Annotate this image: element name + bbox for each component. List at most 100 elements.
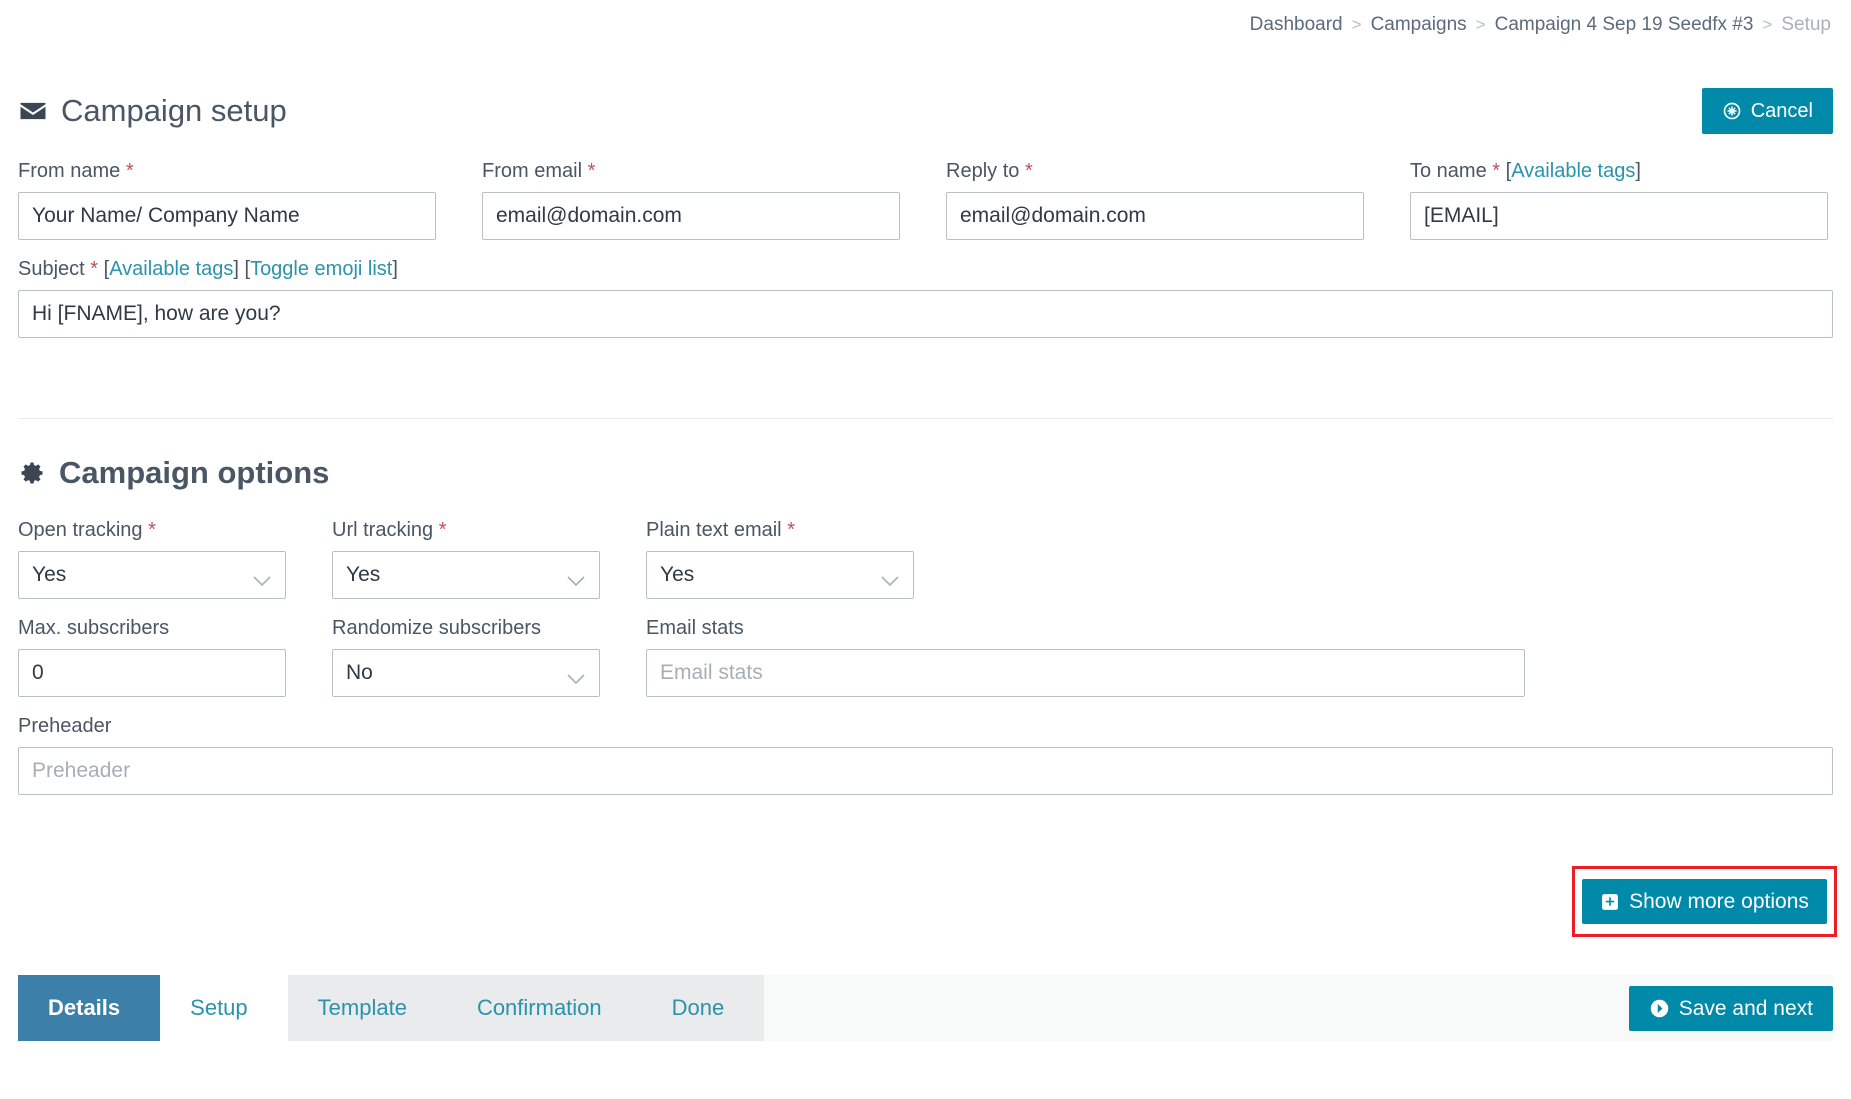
from-email-input[interactable]: email@domain.com: [482, 192, 900, 240]
chevron-down-icon: [566, 569, 586, 587]
arrow-circle-right-icon: [1649, 998, 1670, 1019]
email-stats-input[interactable]: Email stats: [646, 649, 1525, 697]
page-header: Campaign setup Cancel: [18, 88, 1833, 134]
step-arrow-tip: [641, 975, 674, 1041]
open-tracking-label-text: Open tracking: [18, 519, 143, 541]
url-tracking-select[interactable]: Yes: [332, 551, 600, 599]
open-tracking-value: Yes: [32, 563, 67, 586]
step-arrow-tip: [446, 975, 479, 1041]
open-tracking-select[interactable]: Yes: [18, 551, 286, 599]
breadcrumb-separator: >: [1475, 15, 1486, 34]
field-randomize-subscribers: Randomize subscribers No: [332, 617, 600, 697]
subject-label: Subject * [Available tags] [Toggle emoji…: [18, 258, 1833, 280]
max-subscribers-label: Max. subscribers: [18, 617, 170, 639]
step-arrow-tip: [763, 975, 796, 1041]
url-tracking-label: Url tracking *: [332, 519, 600, 541]
from-name-input[interactable]: Your Name/ Company Name: [18, 192, 436, 240]
url-tracking-value: Yes: [346, 563, 381, 586]
max-subscribers-input[interactable]: 0: [18, 649, 286, 697]
breadcrumb-item-setup: Setup: [1781, 14, 1831, 35]
from-email-label: From email *: [482, 160, 900, 182]
breadcrumb-item-dashboard[interactable]: Dashboard: [1250, 14, 1343, 36]
plain-text-email-value: Yes: [660, 563, 695, 586]
options-row-3: Preheader Preheader: [18, 715, 1833, 795]
reply-to-label-text: Reply to: [946, 160, 1020, 182]
randomize-subscribers-value: No: [346, 661, 373, 684]
save-and-next-button[interactable]: Save and next: [1628, 986, 1833, 1031]
open-tracking-label: Open tracking *: [18, 519, 286, 541]
wizard-footer: Details Setup Template Confirmation Done: [18, 975, 1833, 1041]
reply-to-label: Reply to *: [946, 160, 1364, 182]
required-marker: *: [148, 519, 156, 541]
chevron-down-icon: [880, 569, 900, 587]
reply-to-input[interactable]: email@domain.com: [946, 192, 1364, 240]
field-preheader: Preheader Preheader: [18, 715, 1833, 795]
toggle-emoji-list-link[interactable]: Toggle emoji list: [250, 258, 392, 280]
field-from-email: From email * email@domain.com: [482, 160, 900, 240]
from-email-label-text: From email: [482, 160, 583, 182]
field-plain-text-email: Plain text email * Yes: [646, 519, 914, 599]
subject-label-text: Subject: [18, 258, 85, 280]
required-marker: *: [1492, 160, 1501, 182]
wizard-step-label: Details: [48, 995, 121, 1020]
campaign-options-section: Campaign options Open tracking * Yes Url…: [18, 455, 1833, 813]
plain-text-email-select[interactable]: Yes: [646, 551, 914, 599]
options-row-1: Open tracking * Yes Url tracking * Yes P…: [18, 519, 1833, 599]
subject-available-tags-link[interactable]: Available tags: [109, 258, 233, 280]
bracket-close: ]: [392, 258, 398, 280]
cancel-circle-icon: [1722, 101, 1742, 121]
breadcrumb: Dashboard > Campaigns > Campaign 4 Sep 1…: [1250, 14, 1831, 36]
to-name-label: To name * [Available tags]: [1410, 160, 1828, 182]
plain-text-email-label: Plain text email *: [646, 519, 914, 541]
page-title: Campaign setup: [18, 93, 287, 129]
field-max-subscribers: Max. subscribers 0: [18, 617, 286, 697]
field-subject: Subject * [Available tags] [Toggle emoji…: [18, 258, 1833, 338]
show-more-options-button[interactable]: Show more options: [1582, 879, 1827, 924]
field-reply-to: Reply to * email@domain.com: [946, 160, 1364, 240]
envelope-icon: [18, 96, 48, 126]
breadcrumb-separator: >: [1351, 15, 1362, 34]
required-marker: *: [438, 519, 447, 541]
gear-icon: [18, 459, 46, 487]
randomize-subscribers-select[interactable]: No: [332, 649, 600, 697]
required-marker: *: [1024, 160, 1033, 182]
breadcrumb-separator: >: [1762, 15, 1773, 34]
breadcrumb-item-campaign[interactable]: Campaign 4 Sep 19 Seedfx #3: [1495, 14, 1754, 36]
step-arrow-tip: [287, 975, 320, 1041]
required-marker: *: [90, 258, 99, 280]
bracket-close: ]: [233, 258, 239, 280]
show-more-options-label: Show more options: [1629, 890, 1809, 913]
required-marker: *: [125, 160, 134, 182]
to-name-available-tags-link[interactable]: Available tags: [1511, 160, 1635, 182]
preheader-input[interactable]: Preheader: [18, 747, 1833, 795]
form-row-2: Subject * [Available tags] [Toggle emoji…: [18, 258, 1833, 338]
subject-input[interactable]: Hi [FNAME], how are you?: [18, 290, 1833, 338]
chevron-down-icon: [566, 667, 586, 685]
campaign-options-title-text: Campaign options: [59, 455, 330, 490]
save-and-next-label: Save and next: [1678, 997, 1813, 1020]
wizard-step-details[interactable]: Details: [18, 975, 161, 1041]
to-name-input[interactable]: [EMAIL]: [1410, 192, 1828, 240]
wizard-step-label: Setup: [190, 995, 248, 1020]
field-open-tracking: Open tracking * Yes: [18, 519, 286, 599]
plus-square-icon: [1600, 892, 1620, 912]
campaign-setup-page: Dashboard > Campaigns > Campaign 4 Sep 1…: [0, 0, 1851, 1099]
field-email-stats: Email stats Email stats: [646, 617, 1525, 697]
form-row-1: From name * Your Name/ Company Name From…: [18, 160, 1833, 240]
campaign-options-title: Campaign options: [18, 455, 1833, 491]
email-stats-label: Email stats: [646, 617, 744, 639]
plain-text-email-label-text: Plain text email: [646, 519, 782, 541]
field-to-name: To name * [Available tags] [EMAIL]: [1410, 160, 1828, 240]
wizard-step-label: Confirmation: [476, 995, 602, 1020]
wizard-steps: Details Setup Template Confirmation Done: [18, 975, 765, 1041]
from-name-label: From name *: [18, 160, 436, 182]
cancel-button[interactable]: Cancel: [1701, 88, 1833, 134]
show-more-options-highlight: Show more options: [1572, 866, 1837, 937]
breadcrumb-item-campaigns[interactable]: Campaigns: [1371, 14, 1467, 36]
required-marker: *: [787, 519, 795, 541]
section-divider: [18, 418, 1833, 419]
field-url-tracking: Url tracking * Yes: [332, 519, 600, 599]
randomize-subscribers-label: Randomize subscribers: [332, 617, 541, 639]
url-tracking-label-text: Url tracking: [332, 519, 434, 541]
field-from-name: From name * Your Name/ Company Name: [18, 160, 436, 240]
